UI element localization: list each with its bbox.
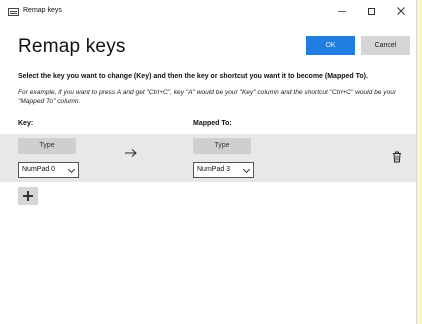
title-bar[interactable]: Remap keys bbox=[0, 0, 416, 24]
maximize-button[interactable] bbox=[358, 4, 384, 20]
maximize-icon bbox=[367, 7, 375, 15]
trash-icon[interactable] bbox=[392, 151, 402, 163]
mapped-select-value: NumPad 3 bbox=[197, 166, 231, 173]
ok-button[interactable]: OK bbox=[306, 36, 355, 55]
mapped-type-button[interactable]: Type bbox=[193, 138, 251, 154]
window-title: Remap keys bbox=[23, 7, 62, 14]
add-mapping-button[interactable] bbox=[18, 187, 38, 205]
chevron-down-icon bbox=[242, 165, 251, 174]
mapped-select[interactable]: NumPad 3 bbox=[193, 162, 254, 178]
close-button[interactable] bbox=[388, 4, 414, 20]
mapped-to-column-header: Mapped To: bbox=[193, 120, 232, 127]
chevron-down-icon bbox=[67, 165, 76, 174]
minimize-button[interactable] bbox=[329, 4, 355, 20]
instructions-text: Select the key you want to change (Key) … bbox=[18, 73, 368, 80]
key-column-header: Key: bbox=[18, 120, 34, 127]
key-select-value: NumPad 0 bbox=[22, 166, 56, 173]
keyboard-icon bbox=[8, 8, 19, 16]
right-arrow-icon bbox=[125, 149, 137, 157]
remap-keys-window: Remap keys Remap keys OK Cancel Select t… bbox=[0, 0, 417, 324]
cancel-button[interactable]: Cancel bbox=[361, 36, 410, 55]
key-select[interactable]: NumPad 0 bbox=[18, 162, 79, 178]
minimize-icon bbox=[338, 10, 346, 12]
page-title: Remap keys bbox=[18, 36, 126, 57]
close-icon bbox=[397, 7, 405, 16]
example-text: For example, if you want to press A and … bbox=[18, 89, 397, 105]
key-type-button[interactable]: Type bbox=[18, 138, 76, 154]
